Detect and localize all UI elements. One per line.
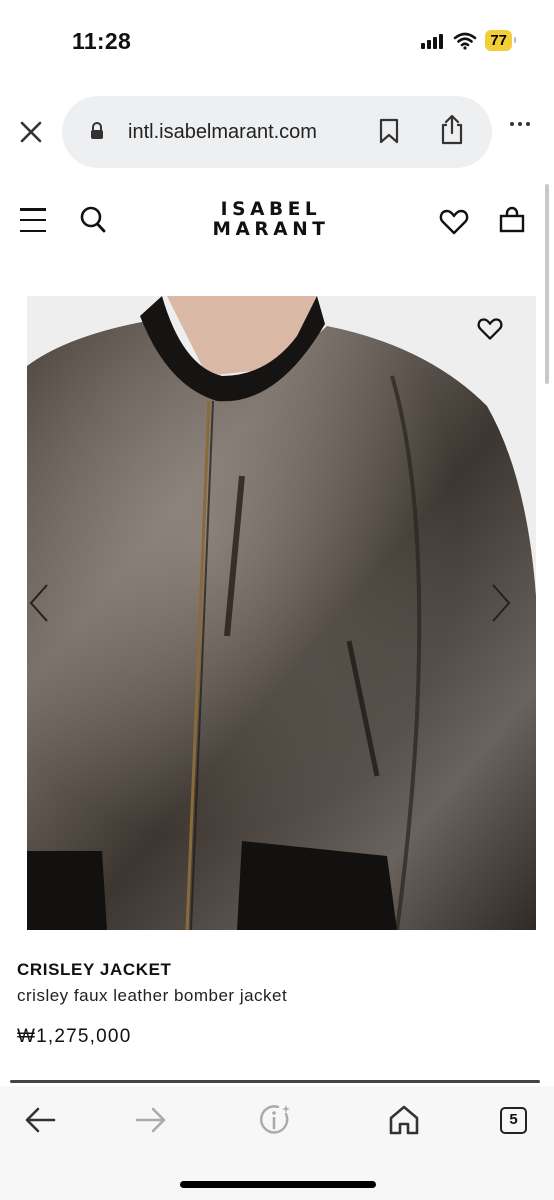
back-arrow-icon[interactable] xyxy=(24,1106,56,1134)
product-name[interactable]: CRISLEY JACKET xyxy=(17,960,172,980)
info-icon[interactable] xyxy=(258,1102,294,1138)
bag-icon[interactable] xyxy=(499,206,525,234)
battery-indicator: 77 xyxy=(485,30,516,51)
site-header: ISABEL MARANT xyxy=(0,180,554,264)
address-bar[interactable]: intl.isabelmarant.com xyxy=(62,96,492,168)
status-bar: 11:28 77 xyxy=(0,0,554,84)
home-icon[interactable] xyxy=(388,1104,420,1136)
product-image[interactable] xyxy=(27,296,536,930)
url-text[interactable]: intl.isabelmarant.com xyxy=(128,121,317,144)
lock-icon xyxy=(91,122,103,139)
product-price: ₩1,275,000 xyxy=(17,1026,132,1047)
share-icon[interactable] xyxy=(440,114,464,146)
section-divider xyxy=(10,1080,540,1083)
heart-icon[interactable] xyxy=(439,208,469,236)
close-icon[interactable] xyxy=(18,119,44,145)
bookmark-icon[interactable] xyxy=(378,118,400,144)
jacket-photo xyxy=(27,296,536,930)
site-logo[interactable]: ISABEL MARANT xyxy=(186,200,356,240)
image-heart-icon[interactable] xyxy=(477,316,503,342)
more-icon[interactable] xyxy=(510,122,530,126)
status-icons: 77 xyxy=(421,30,516,51)
signal-icon xyxy=(421,33,444,49)
logo-line2: MARANT xyxy=(212,219,330,240)
status-time: 11:28 xyxy=(72,28,132,54)
chevron-left-icon[interactable] xyxy=(27,583,51,623)
search-icon[interactable] xyxy=(79,205,107,235)
menu-icon[interactable] xyxy=(20,208,46,232)
page-scrollbar[interactable] xyxy=(545,184,549,384)
forward-arrow-icon[interactable] xyxy=(135,1106,167,1134)
logo-line1: ISABEL xyxy=(220,199,322,220)
home-indicator xyxy=(180,1181,376,1188)
product-description: crisley faux leather bomber jacket xyxy=(17,986,288,1005)
wifi-icon xyxy=(454,32,477,50)
chevron-right-icon[interactable] xyxy=(489,583,513,623)
tabs-icon[interactable]: 5 xyxy=(500,1107,527,1134)
browser-address-row: intl.isabelmarant.com xyxy=(0,92,554,170)
